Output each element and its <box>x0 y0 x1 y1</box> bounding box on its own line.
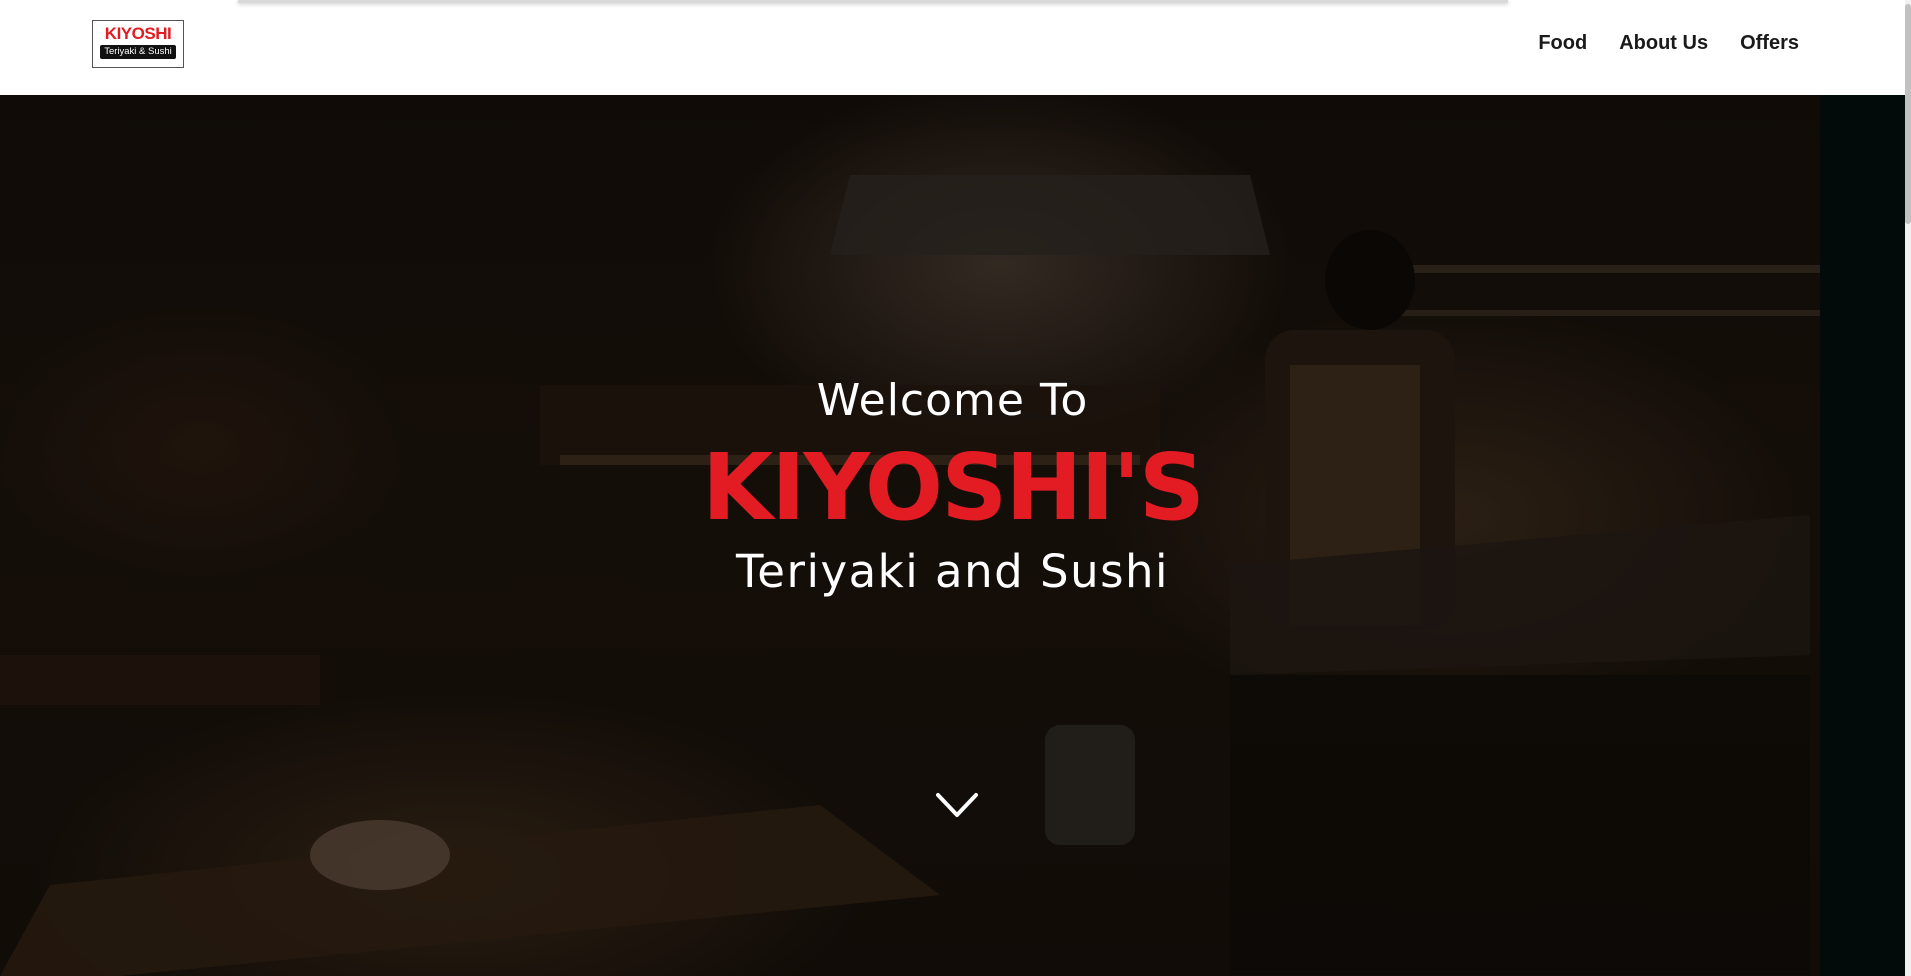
main-nav: Food About Us Offers <box>1538 32 1799 55</box>
site-header: KIYOSHI Teriyaki & Sushi Food About Us O… <box>0 0 1905 95</box>
logo-sub-text: Teriyaki & Sushi <box>100 45 176 59</box>
hero-tagline: Teriyaki and Sushi <box>735 545 1170 598</box>
nav-link-offers[interactable]: Offers <box>1740 32 1799 55</box>
logo[interactable]: KIYOSHI Teriyaki & Sushi <box>92 20 184 68</box>
page: KIYOSHI Teriyaki & Sushi Food About Us O… <box>0 0 1911 976</box>
logo-main-text: KIYOSHI <box>104 24 172 43</box>
scrollbar-thumb[interactable] <box>1905 4 1911 224</box>
chevron-down-icon[interactable] <box>935 792 979 820</box>
hero-section: Welcome To KIYOSHI'S Teriyaki and Sushi <box>0 95 1905 976</box>
scrollbar[interactable] <box>1905 0 1911 976</box>
hero-welcome-text: Welcome To <box>816 375 1089 426</box>
hero-brand-title: KIYOSHI'S <box>702 434 1205 541</box>
nav-link-about-us[interactable]: About Us <box>1619 32 1708 55</box>
top-shadow-bar <box>238 0 1508 3</box>
nav-link-food[interactable]: Food <box>1538 32 1587 55</box>
